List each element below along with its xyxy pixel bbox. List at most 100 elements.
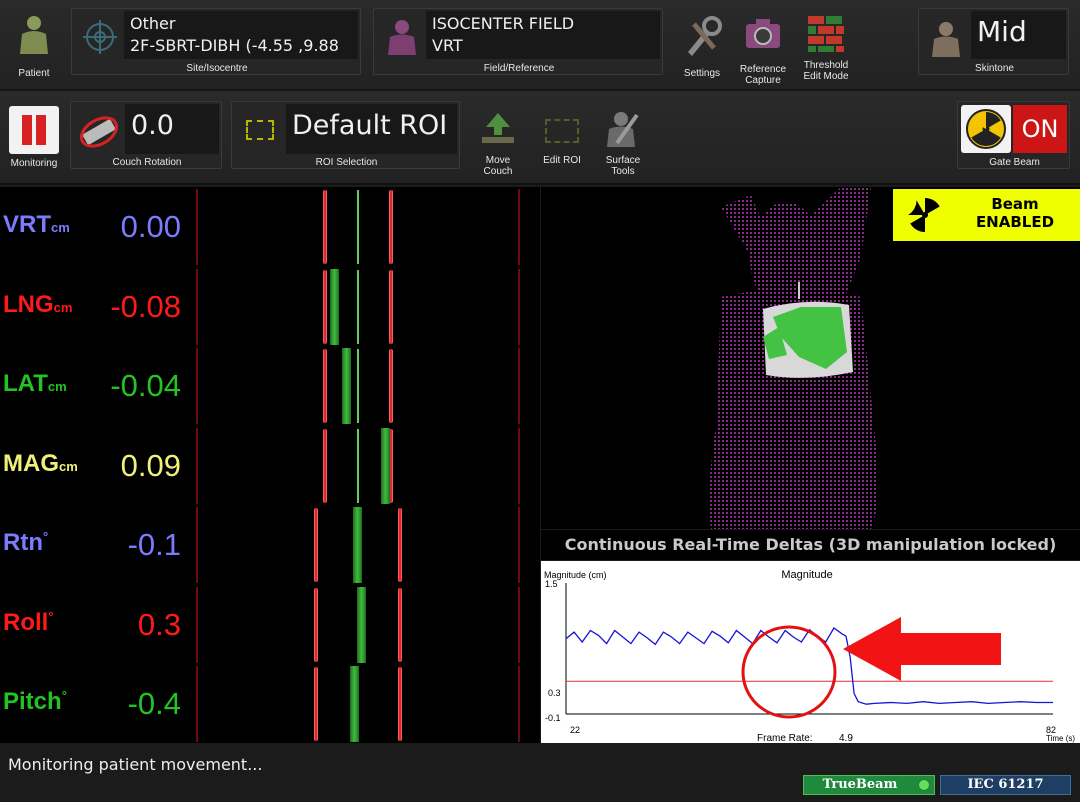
readout-row-lng: LNGcm -0.08 bbox=[0, 267, 540, 346]
readout-value: -0.1 bbox=[127, 527, 181, 562]
site-line2: 2F-SBRT-DIBH (-4.55 ,9.88 bbox=[130, 36, 339, 55]
patient-button[interactable]: Patient bbox=[4, 14, 64, 79]
readout-label: VRTcm bbox=[3, 211, 70, 239]
couch-rotation-control[interactable]: 0.0 Couch Rotation bbox=[70, 101, 222, 169]
scale-boundary-line bbox=[518, 586, 520, 663]
scale-boundary-line bbox=[196, 268, 198, 345]
status-message: Monitoring patient movement... bbox=[8, 755, 263, 774]
y-tick-threshold: 0.3 bbox=[548, 688, 561, 698]
readout-label: Rtn° bbox=[3, 529, 48, 557]
patient-icon bbox=[20, 16, 48, 54]
move-couch-label-2: Couch bbox=[483, 166, 513, 177]
threshold-edit-mode-button[interactable]: Threshold Edit Mode bbox=[797, 14, 855, 82]
surface-tools-button[interactable]: Surface Tools bbox=[596, 109, 650, 177]
readout-label: Roll° bbox=[3, 609, 54, 637]
pause-icon bbox=[9, 106, 59, 154]
beam-enabled-badge: Beam ENABLED bbox=[893, 189, 1080, 241]
readout-unit: ° bbox=[61, 688, 67, 703]
readout-row-mag: MAGcm 0.09 bbox=[0, 426, 540, 505]
field-line1: ISOCENTER FIELD bbox=[432, 14, 575, 33]
readout-value: 0.3 bbox=[137, 606, 181, 642]
readout-row-roll: Roll° 0.3 bbox=[0, 585, 540, 664]
connection-led bbox=[918, 779, 930, 791]
chart-xlabel: Time (s) bbox=[1046, 734, 1075, 743]
magnitude-chart: Magnitude (cm) Magnitude 1.5 0.3 -0.1 22… bbox=[541, 561, 1080, 743]
deviation-bar bbox=[342, 348, 351, 424]
move-couch-icon bbox=[482, 113, 514, 143]
beam-badge-line2: ENABLED bbox=[975, 213, 1055, 231]
roi-selection-control[interactable]: Default ROI ROI Selection bbox=[231, 101, 460, 169]
reference-label-2: Capture bbox=[745, 75, 781, 86]
readout-axis-name: LAT bbox=[3, 370, 48, 397]
readout-value: 0.00 bbox=[120, 209, 181, 244]
camera-icon bbox=[746, 19, 780, 48]
scale-boundary-line bbox=[518, 189, 520, 265]
scale-boundary-line bbox=[196, 586, 198, 663]
surface-3d-view[interactable]: Beam ENABLED bbox=[541, 187, 1080, 529]
move-couch-button[interactable]: Move Couch bbox=[472, 109, 524, 177]
patient-label: Patient bbox=[18, 68, 50, 79]
edit-roi-icon bbox=[545, 119, 579, 143]
readout-value: 0.09 bbox=[120, 447, 181, 483]
readout-value: -0.4 bbox=[127, 686, 181, 721]
frame-rate-label: Frame Rate: bbox=[757, 733, 813, 743]
tolerance-marker bbox=[323, 349, 327, 423]
roi-value: Default ROI bbox=[292, 110, 448, 141]
readout-unit: cm bbox=[53, 299, 73, 315]
readout-label: MAGcm bbox=[3, 450, 78, 478]
skintone-selector[interactable]: Mid Skintone bbox=[918, 8, 1069, 75]
scale-boundary-line bbox=[196, 427, 198, 504]
gate-beam-state: ON bbox=[1013, 105, 1067, 153]
settings-label: Settings bbox=[683, 68, 721, 79]
move-couch-label-1: Move bbox=[485, 155, 511, 166]
threshold-grid-icon bbox=[808, 16, 844, 52]
y-tick-bottom: -0.1 bbox=[545, 713, 561, 723]
site-isocentre-selector[interactable]: Other 2F-SBRT-DIBH (-4.55 ,9.88 Site/Iso… bbox=[71, 8, 361, 75]
skintone-value: Mid bbox=[977, 15, 1027, 48]
tolerance-marker bbox=[314, 508, 318, 582]
scale-boundary-line bbox=[518, 427, 520, 504]
reference-capture-button[interactable]: Reference Capture bbox=[734, 16, 792, 86]
readout-label: LNGcm bbox=[3, 291, 72, 319]
couch-rotation-caption: Couch Rotation bbox=[112, 157, 182, 168]
truebeam-label: TrueBeam bbox=[822, 777, 898, 792]
tolerance-marker bbox=[314, 667, 318, 741]
field-caption: Field/Reference bbox=[483, 63, 555, 74]
tolerance-marker bbox=[398, 587, 402, 662]
deviation-bar bbox=[357, 586, 366, 663]
x-tick-start: 22 bbox=[570, 725, 580, 735]
tolerance-marker bbox=[323, 190, 327, 264]
site-caption: Site/Isocentre bbox=[186, 63, 248, 74]
monitoring-button[interactable]: Monitoring bbox=[6, 106, 62, 169]
roi-icon bbox=[246, 120, 274, 140]
tolerance-marker bbox=[323, 269, 327, 344]
scale-boundary-line bbox=[518, 348, 520, 424]
scale-boundary-line bbox=[196, 666, 198, 742]
wrench-icon bbox=[688, 16, 722, 56]
beam-badge-line1: Beam bbox=[991, 195, 1039, 213]
settings-button[interactable]: Settings bbox=[676, 16, 728, 79]
readout-label: Pitch° bbox=[3, 688, 67, 716]
readout-axis-name: Rtn bbox=[3, 529, 43, 556]
readout-axis-name: LNG bbox=[3, 290, 54, 318]
chart-title: Magnitude bbox=[781, 569, 832, 581]
top-toolbar: Patient Other 2F-SBRT-DIBH (-4.55 ,9.88 … bbox=[0, 0, 1080, 90]
edit-roi-button[interactable]: Edit ROI bbox=[536, 113, 588, 166]
scale-boundary-line bbox=[518, 507, 520, 583]
scale-boundary-line bbox=[518, 268, 520, 345]
highlight-arrow bbox=[843, 617, 1001, 681]
readout-axis-name: VRT bbox=[3, 211, 51, 238]
field-reference-selector[interactable]: ISOCENTER FIELD VRT Field/Reference bbox=[373, 8, 663, 75]
skintone-caption: Skintone bbox=[975, 63, 1014, 74]
magnitude-chart-svg: Magnitude (cm) Magnitude 1.5 0.3 -0.1 22… bbox=[544, 569, 1075, 743]
iec-scale-indicator[interactable]: IEC 61217 bbox=[940, 775, 1071, 795]
center-line bbox=[357, 428, 359, 503]
scale-boundary-line bbox=[196, 348, 198, 424]
readout-unit: cm bbox=[51, 220, 70, 235]
tolerance-marker bbox=[323, 428, 327, 503]
center-line bbox=[357, 349, 359, 423]
readout-row-pitch: Pitch° -0.4 bbox=[0, 664, 540, 743]
gate-beam-control[interactable]: ON Gate Beam bbox=[957, 101, 1070, 169]
readout-row-vrt: VRTcm 0.00 bbox=[0, 187, 540, 266]
readout-unit: cm bbox=[47, 379, 67, 394]
